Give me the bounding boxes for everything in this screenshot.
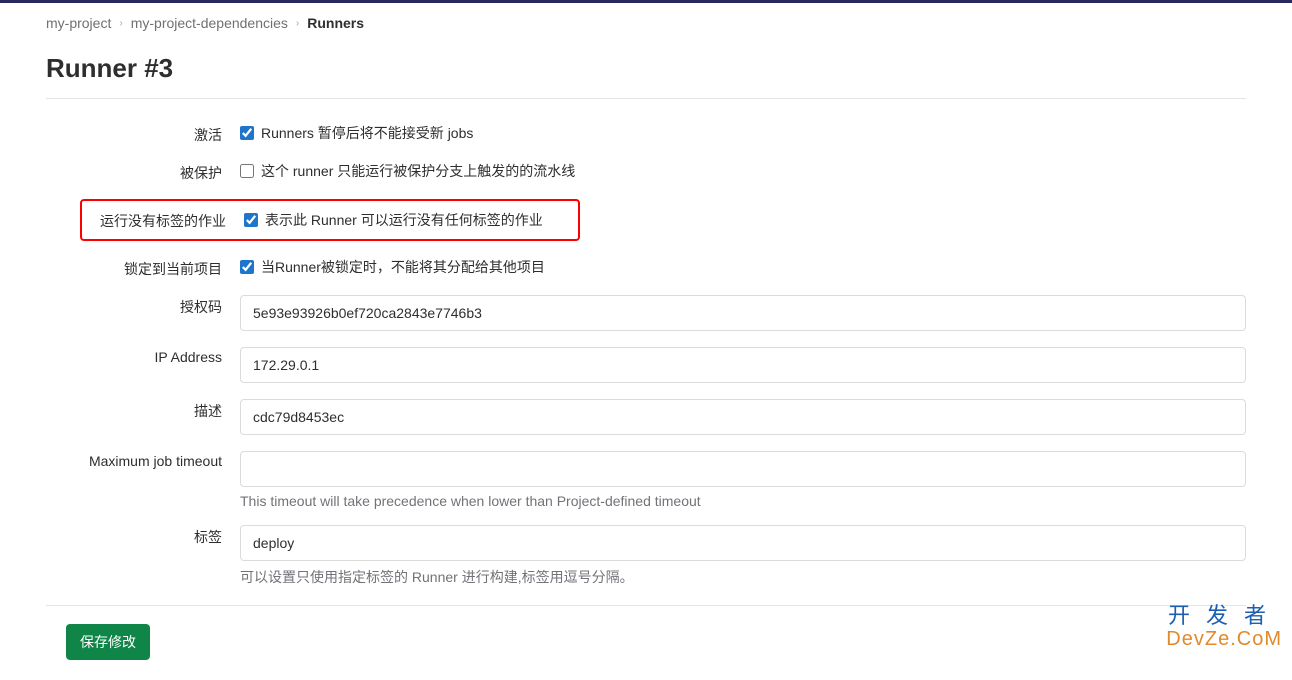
desc-locked: 当Runner被锁定时，不能将其分配给其他项目 bbox=[261, 257, 545, 277]
checkbox-active-wrap[interactable]: Runners 暂停后将不能接受新 jobs bbox=[240, 123, 1246, 143]
row-ip: IP Address bbox=[46, 347, 1246, 383]
checkbox-protected-wrap[interactable]: 这个 runner 只能运行被保护分支上触发的的流水线 bbox=[240, 161, 1246, 181]
checkbox-locked[interactable] bbox=[240, 260, 254, 274]
checkbox-run-untagged[interactable] bbox=[244, 213, 258, 227]
checkbox-run-untagged-wrap[interactable]: 表示此 Runner 可以运行没有任何标签的作业 bbox=[244, 210, 576, 230]
breadcrumb-dependencies[interactable]: my-project-dependencies bbox=[131, 15, 288, 31]
row-run-untagged-highlight: 运行没有标签的作业 表示此 Runner 可以运行没有任何标签的作业 bbox=[80, 199, 580, 241]
row-active: 激活 Runners 暂停后将不能接受新 jobs bbox=[46, 123, 1246, 145]
input-token[interactable] bbox=[240, 295, 1246, 331]
input-ip[interactable] bbox=[240, 347, 1246, 383]
label-timeout: Maximum job timeout bbox=[46, 451, 240, 469]
label-locked: 锁定到当前项目 bbox=[46, 257, 240, 279]
label-tags: 标签 bbox=[46, 525, 240, 547]
label-ip: IP Address bbox=[46, 347, 240, 365]
input-timeout[interactable] bbox=[240, 451, 1246, 487]
row-protected: 被保护 这个 runner 只能运行被保护分支上触发的的流水线 bbox=[46, 161, 1246, 183]
row-locked: 锁定到当前项目 当Runner被锁定时，不能将其分配给其他项目 bbox=[46, 257, 1246, 279]
label-active: 激活 bbox=[46, 123, 240, 145]
help-timeout: This timeout will take precedence when l… bbox=[240, 493, 1246, 509]
breadcrumb-project[interactable]: my-project bbox=[46, 15, 111, 31]
row-description: 描述 bbox=[46, 399, 1246, 435]
row-tags: 标签 可以设置只使用指定标签的 Runner 进行构建,标签用逗号分隔。 bbox=[46, 525, 1246, 587]
desc-protected: 这个 runner 只能运行被保护分支上触发的的流水线 bbox=[261, 161, 575, 181]
checkbox-locked-wrap[interactable]: 当Runner被锁定时，不能将其分配给其他项目 bbox=[240, 257, 1246, 277]
label-token: 授权码 bbox=[46, 295, 240, 317]
input-description[interactable] bbox=[240, 399, 1246, 435]
desc-run-untagged: 表示此 Runner 可以运行没有任何标签的作业 bbox=[265, 210, 543, 230]
divider bbox=[46, 98, 1246, 99]
breadcrumb: my-project › my-project-dependencies › R… bbox=[46, 15, 1246, 31]
label-protected: 被保护 bbox=[46, 161, 240, 183]
help-tags: 可以设置只使用指定标签的 Runner 进行构建,标签用逗号分隔。 bbox=[240, 567, 1246, 587]
checkbox-active[interactable] bbox=[240, 126, 254, 140]
label-run-untagged: 运行没有标签的作业 bbox=[84, 209, 244, 231]
chevron-right-icon: › bbox=[119, 18, 122, 29]
label-description: 描述 bbox=[46, 399, 240, 421]
row-timeout: Maximum job timeout This timeout will ta… bbox=[46, 451, 1246, 509]
row-token: 授权码 bbox=[46, 295, 1246, 331]
page-title: Runner #3 bbox=[46, 53, 1246, 84]
chevron-right-icon: › bbox=[296, 18, 299, 29]
divider bbox=[46, 605, 1246, 606]
checkbox-protected[interactable] bbox=[240, 164, 254, 178]
breadcrumb-current: Runners bbox=[307, 15, 364, 31]
desc-active: Runners 暂停后将不能接受新 jobs bbox=[261, 123, 473, 143]
input-tags[interactable] bbox=[240, 525, 1246, 561]
save-button[interactable]: 保存修改 bbox=[66, 624, 150, 660]
